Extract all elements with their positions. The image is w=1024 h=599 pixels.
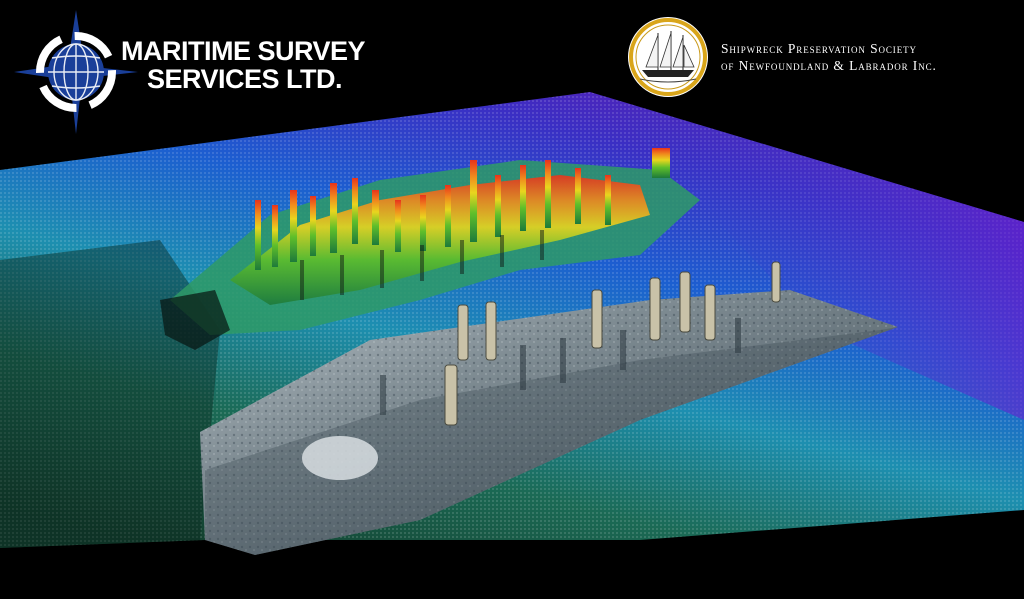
society-name: Shipwreck Preservation Society of Newfou…	[721, 40, 937, 74]
company-name-line2: SERVICES LTD.	[147, 64, 343, 94]
survey-visualization: MARITIME SURVEY SERVICES LTD. Shipwreck …	[0, 0, 1024, 599]
company-name-line1: MARITIME SURVEY	[121, 36, 366, 66]
company-name: MARITIME SURVEY SERVICES LTD.	[121, 36, 366, 94]
schooner-seal-icon	[628, 17, 708, 97]
society-name-line2: of Newfoundland & Labrador Inc.	[721, 58, 937, 73]
society-name-line1: Shipwreck Preservation Society	[721, 41, 917, 56]
shipwreck-society-logo: Shipwreck Preservation Society of Newfou…	[626, 15, 1016, 100]
maritime-survey-logo: MARITIME SURVEY SERVICES LTD.	[14, 10, 374, 135]
